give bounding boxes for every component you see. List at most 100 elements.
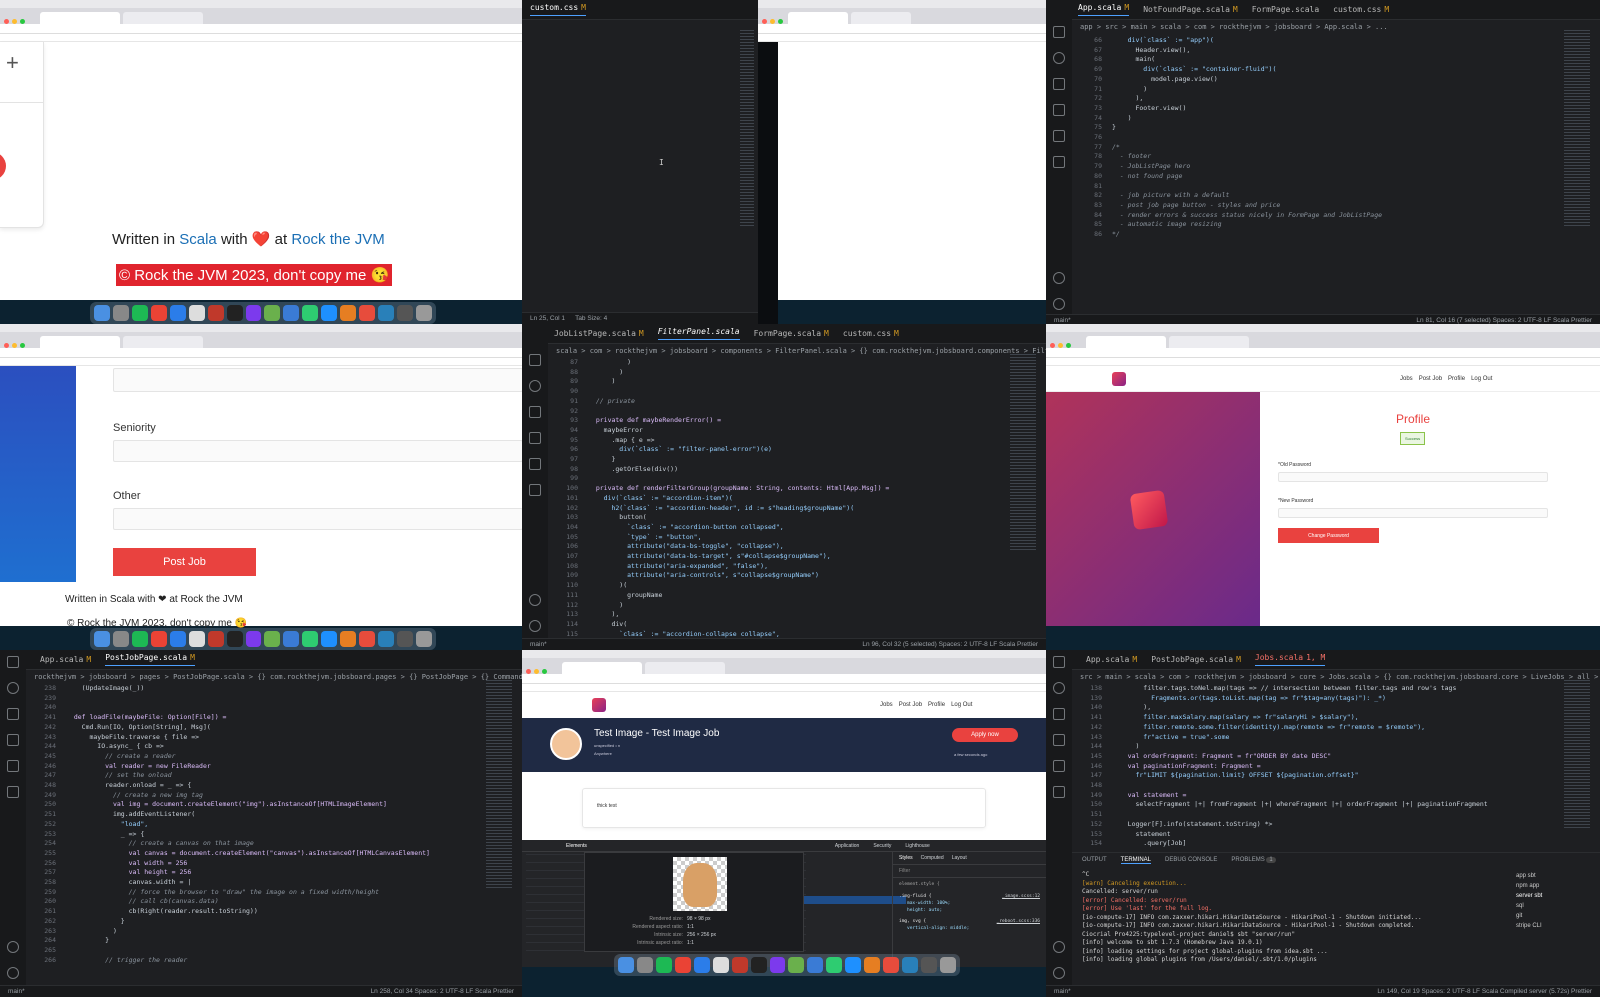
- css-source[interactable]: _image.scss:12: [1002, 893, 1040, 900]
- code-line[interactable]: 138 filter.tags.toNel.map(tags => // int…: [1076, 684, 1560, 694]
- code-line[interactable]: 68 main(: [1076, 55, 1560, 65]
- code-line[interactable]: 244 IO.async_ { cb =>: [30, 742, 482, 752]
- code-line[interactable]: 153 statement: [1076, 830, 1560, 840]
- code-line[interactable]: 94 maybeError: [552, 426, 1006, 436]
- browser-tab[interactable]: [123, 12, 203, 24]
- code-line[interactable]: 254 // create a canvas on that image: [30, 839, 482, 849]
- code-line[interactable]: 265: [30, 946, 482, 956]
- url-bar[interactable]: [0, 348, 522, 358]
- tab-joblistpage-scala[interactable]: JobListPage.scala M: [554, 329, 644, 338]
- explorer-icon[interactable]: [7, 656, 19, 668]
- code-line[interactable]: 248 reader.onload = _ => {: [30, 781, 482, 791]
- code-line[interactable]: 101 div(`class` := "accordion-item")(: [552, 494, 1006, 504]
- code-line[interactable]: 261 cb(Right(reader.result.toString)): [30, 907, 482, 917]
- search-icon[interactable]: [529, 380, 541, 392]
- code-line[interactable]: 266 // trigger the reader: [30, 956, 482, 966]
- panel-tab-debug[interactable]: DEBUG CONSOLE: [1165, 857, 1217, 864]
- settings-gear-icon[interactable]: [529, 620, 541, 632]
- testing-icon[interactable]: [529, 432, 541, 444]
- explorer-icon[interactable]: [1053, 656, 1065, 668]
- window-controls[interactable]: [1050, 343, 1071, 348]
- browser-tab[interactable]: [562, 662, 642, 674]
- text-field[interactable]: [113, 368, 522, 392]
- git-branch[interactable]: main*: [1054, 317, 1071, 324]
- terminal-instance[interactable]: stripe CLI: [1516, 921, 1600, 931]
- code-line[interactable]: 86 */: [1076, 230, 1560, 240]
- styles-filter[interactable]: Filter: [893, 865, 1046, 878]
- code-line[interactable]: 78 - footer: [1076, 152, 1560, 162]
- css-source[interactable]: _reboot.scss:336: [997, 918, 1040, 925]
- code-line[interactable]: 257 val height = 256: [30, 868, 482, 878]
- docker-icon[interactable]: [7, 786, 19, 798]
- browser-tab[interactable]: [123, 336, 203, 348]
- code-line[interactable]: 256 val width = 256: [30, 859, 482, 869]
- code-line[interactable]: 149 val statement =: [1076, 791, 1560, 801]
- tab-custom-css[interactable]: custom.css M: [1333, 5, 1389, 14]
- testing-icon[interactable]: [1053, 104, 1065, 116]
- devtools-tab-lighthouse[interactable]: Lighthouse: [905, 843, 929, 849]
- browser-tab[interactable]: [40, 336, 120, 348]
- plus-icon[interactable]: +: [6, 50, 19, 76]
- code-line[interactable]: 242 Cmd.Run[IO, Option[String], Msg](: [30, 723, 482, 733]
- site-logo-icon[interactable]: [592, 698, 606, 712]
- explorer-icon[interactable]: [529, 354, 541, 366]
- code-line[interactable]: 102 h2(`class` := "accordion-header", id…: [552, 504, 1006, 514]
- terminal-output[interactable]: ^C [warn] Canceling execution... Cancelled…: [1082, 871, 1490, 965]
- extensions-icon[interactable]: [1053, 760, 1065, 772]
- code-line[interactable]: 146 val paginationFragment: Fragment =: [1076, 762, 1560, 772]
- styles-tab[interactable]: Styles: [899, 855, 913, 861]
- panel-tab-terminal[interactable]: TERMINAL: [1120, 857, 1152, 864]
- settings-gear-icon[interactable]: [1053, 967, 1065, 979]
- tab-notfoundpage-scala[interactable]: NotFoundPage.scala M: [1143, 5, 1238, 14]
- tab-postjobpage-scala[interactable]: PostJobPage.scala M: [105, 653, 195, 666]
- window-controls[interactable]: [526, 669, 547, 674]
- code-line[interactable]: 154 .query[Job]: [1076, 839, 1560, 849]
- git-branch[interactable]: main*: [1054, 988, 1071, 995]
- tab-app-scala[interactable]: App.scala M: [1086, 655, 1137, 664]
- code-line[interactable]: 253 _ => {: [30, 830, 482, 840]
- code-line[interactable]: 240: [30, 703, 482, 713]
- browser-tab[interactable]: [1086, 336, 1166, 348]
- settings-gear-icon[interactable]: [1053, 298, 1065, 310]
- code-line[interactable]: 108 attribute("aria-expanded", "false"),: [552, 562, 1006, 572]
- docker-icon[interactable]: [1053, 786, 1065, 798]
- code-line[interactable]: 259 // force the browser to "draw" the i…: [30, 888, 482, 898]
- code-line[interactable]: 88 ): [552, 368, 1006, 378]
- code-line[interactable]: 77 /*: [1076, 143, 1560, 153]
- new-password-input[interactable]: [1278, 508, 1548, 518]
- code-line[interactable]: 109 attribute("aria-controls", s"collaps…: [552, 571, 1006, 581]
- devtools-tab-application[interactable]: Application: [835, 843, 859, 849]
- site-logo-icon[interactable]: [1112, 372, 1126, 386]
- code-line[interactable]: 85 - automatic image resizing: [1076, 220, 1560, 230]
- window-controls[interactable]: [4, 19, 25, 24]
- nav-log-out[interactable]: Log Out: [1471, 376, 1492, 382]
- code-line[interactable]: 107 attribute("data-bs-target", s"#colla…: [552, 552, 1006, 562]
- nav-post-job[interactable]: Post Job: [1419, 376, 1442, 382]
- code-line[interactable]: 150 selectFragment |+| fromFragment |+| …: [1076, 800, 1560, 810]
- tab-jobs-scala[interactable]: Jobs.scala 1, M: [1254, 653, 1326, 666]
- terminal-instance[interactable]: server sbt: [1516, 891, 1600, 901]
- scala-link[interactable]: Scala: [179, 231, 217, 248]
- explorer-icon[interactable]: [1053, 26, 1065, 38]
- code-line[interactable]: 87 ): [552, 358, 1006, 368]
- code-line[interactable]: 249 // create a new img tag: [30, 791, 482, 801]
- search-icon[interactable]: [1053, 682, 1065, 694]
- code-editor[interactable]: 138 filter.tags.toNel.map(tags => // int…: [1076, 684, 1560, 849]
- tab-app-scala[interactable]: App.scala M: [1078, 3, 1130, 16]
- css-declaration[interactable]: vertical-align: middle;: [899, 925, 1040, 932]
- computed-tab[interactable]: Computed: [921, 855, 944, 861]
- code-editor[interactable]: 66 div(`class` := "app")(67 Header.view(…: [1076, 36, 1560, 240]
- code-line[interactable]: 148: [1076, 781, 1560, 791]
- code-line[interactable]: 152 Logger[F].info(statement.toString) *…: [1076, 820, 1560, 830]
- code-line[interactable]: 97 }: [552, 455, 1006, 465]
- code-line[interactable]: 145 val orderFragment: Fragment = fr"ORD…: [1076, 752, 1560, 762]
- url-bar[interactable]: [1046, 348, 1600, 358]
- code-line[interactable]: 103 button(: [552, 513, 1006, 523]
- url-bar[interactable]: [758, 24, 1046, 34]
- code-line[interactable]: 139 Fragments.or(tags.toList.map(tag => …: [1076, 694, 1560, 704]
- code-line[interactable]: 92: [552, 407, 1006, 417]
- tab-formpage-scala[interactable]: FormPage.scala M: [754, 329, 829, 338]
- tab-size[interactable]: Tab Size: 4: [575, 315, 607, 322]
- code-line[interactable]: 90: [552, 387, 1006, 397]
- code-line[interactable]: 142 filter.remote.some.filter(identity).…: [1076, 723, 1560, 733]
